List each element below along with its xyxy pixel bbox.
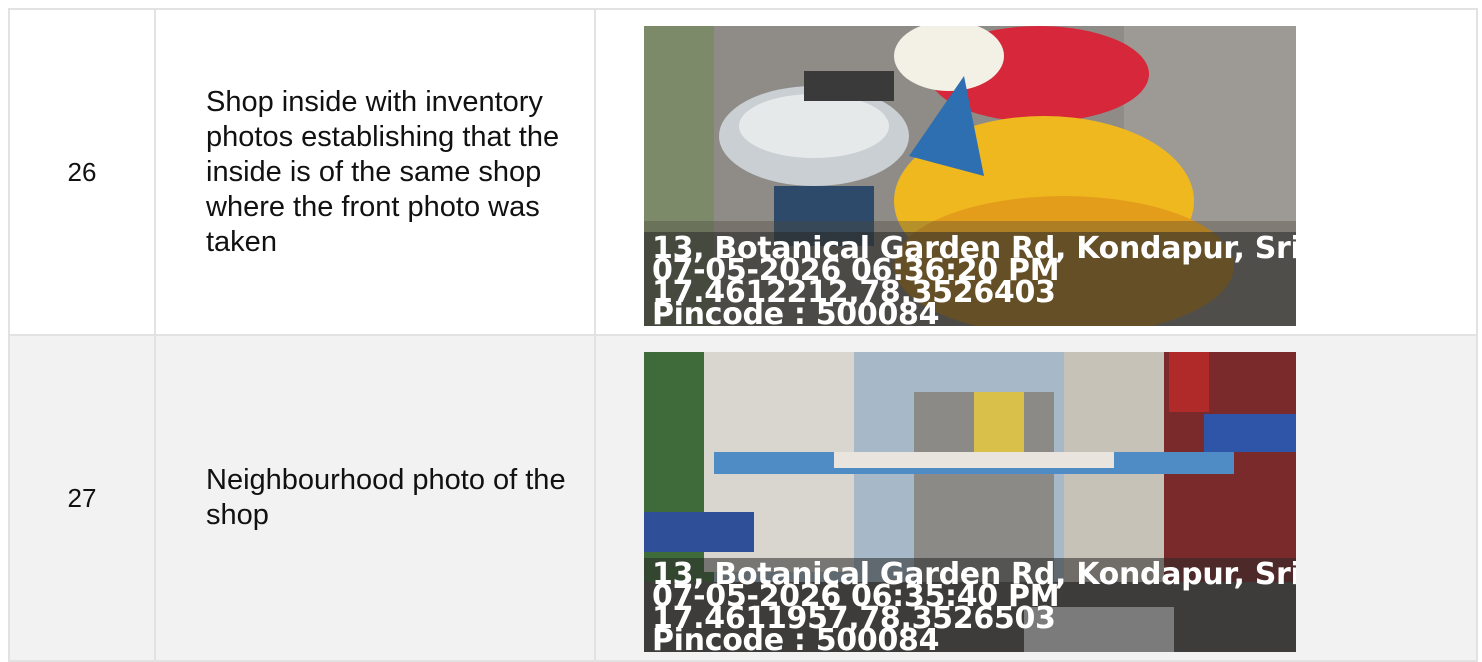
row-number: 27 — [8, 334, 156, 662]
table-row: 26 Shop inside with inventory photos est… — [8, 8, 1478, 336]
row-photo-cell: 13, Botanical Garden Rd, Kondapur, Sri .… — [594, 8, 1478, 336]
neighbourhood-photo: 13, Botanical Garden Rd, Kondapur, Sri .… — [644, 352, 1296, 652]
row-description: Shop inside with inventory photos establ… — [206, 85, 560, 258]
row-photo-cell: 13, Botanical Garden Rd, Kondapur, Sri .… — [594, 334, 1478, 662]
shop-inside-photo: 13, Botanical Garden Rd, Kondapur, Sri .… — [644, 26, 1296, 326]
geo-stamp: 13, Botanical Garden Rd, Kondapur, Sri .… — [644, 558, 1296, 652]
row-number: 26 — [8, 8, 156, 336]
row-description: Neighbourhood photo of the shop — [206, 464, 566, 531]
table-row: 27 Neighbourhood photo of the shop 13, B… — [8, 334, 1478, 662]
geo-stamp: 13, Botanical Garden Rd, Kondapur, Sri .… — [644, 232, 1296, 326]
verification-table: 26 Shop inside with inventory photos est… — [8, 8, 1478, 662]
row-description-cell: Neighbourhood photo of the shop — [154, 334, 596, 662]
row-description-cell: Shop inside with inventory photos establ… — [154, 8, 596, 336]
